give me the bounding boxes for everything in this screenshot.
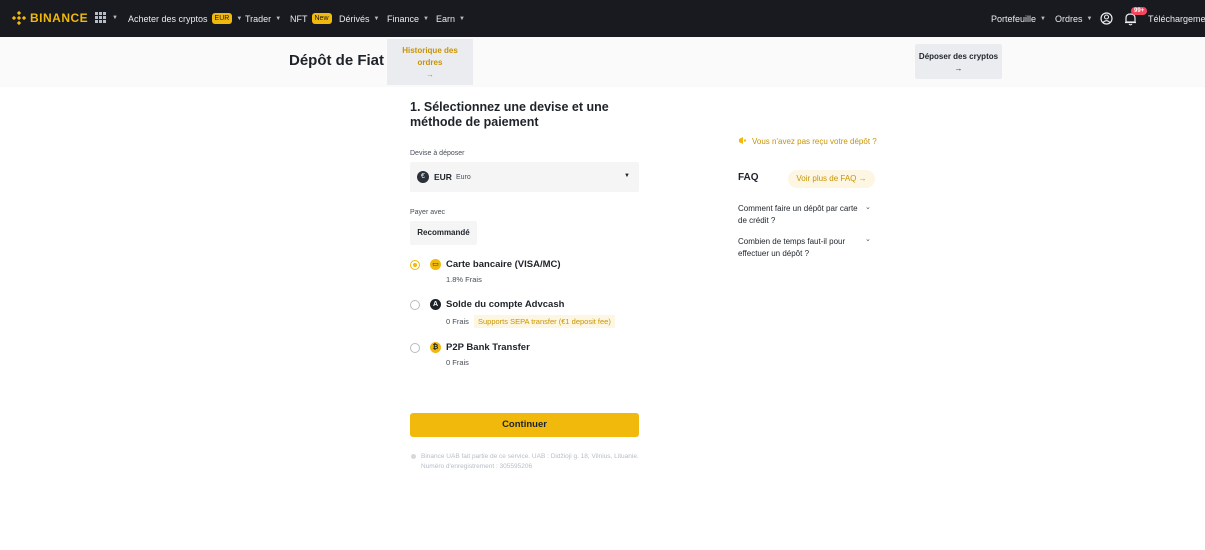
recommended-tab[interactable]: Recommandé (410, 221, 477, 245)
order-history-label-1: Historique des (402, 46, 458, 55)
legal-notice: Binance UAB fait partie de ce service. U… (421, 453, 639, 470)
nav-trade[interactable]: Trader ▼ (245, 0, 281, 37)
method-radio-card[interactable] (410, 260, 420, 270)
chevron-down-icon: ▼ (1086, 15, 1093, 22)
chevron-down-icon: ▼ (236, 15, 243, 22)
nav-label: Téléchargement (1148, 13, 1205, 24)
method-radio-p2p[interactable] (410, 343, 420, 353)
nav-label: Portefeuille (991, 13, 1037, 24)
user-account-icon[interactable] (1100, 0, 1113, 37)
nav-buy-crypto[interactable]: Acheter des cryptos EUR ▼ (128, 0, 242, 37)
nav-orders[interactable]: Ordres ▼ (1055, 0, 1092, 37)
currency-label: Devise à déposer (410, 150, 465, 157)
info-icon (411, 454, 416, 459)
binance-logo[interactable]: BINANCE (12, 11, 88, 25)
megaphone-icon (738, 136, 747, 147)
currency-select[interactable]: € EUR Euro ▼ (410, 162, 639, 192)
chevron-down-icon: ▼ (275, 15, 282, 22)
deposit-crypto-button[interactable]: Déposer des cryptos → (915, 44, 1002, 79)
pay-with-label: Payer avec (410, 209, 446, 216)
currency-badge: EUR (211, 13, 233, 24)
method-fee: 1.8% Frais (446, 275, 482, 284)
method-radio-advcash[interactable] (410, 300, 420, 310)
chevron-down-icon: ▼ (459, 15, 465, 22)
nav-finance[interactable]: Finance ▼ (387, 0, 429, 37)
see-more-faq-button[interactable]: Voir plus de FAQ → (788, 170, 875, 188)
arrow-right-icon: → (954, 64, 963, 73)
nav-label: Acheter des cryptos (128, 13, 208, 24)
chevron-down-icon: ▼ (373, 15, 380, 22)
step-title: 1. Sélectionnez une devise et une méthod… (410, 100, 609, 129)
nav-wallet[interactable]: Portefeuille ▼ (991, 0, 1046, 37)
credit-card-icon: ▭ (430, 259, 441, 270)
nav-label: Ordres (1055, 13, 1083, 24)
sepa-info-tag: Supports SEPA transfer (€1 deposit fee) (474, 315, 615, 328)
logo-text: BINANCE (30, 11, 89, 25)
arrow-right-icon: → (426, 70, 434, 79)
nav-label: Trader (245, 13, 272, 24)
top-nav-bar: BINANCE ▼ Acheter des cryptos EUR ▼ Trad… (0, 0, 1205, 37)
order-history-button[interactable]: Historique des ordres → (387, 39, 473, 85)
nav-label: Dérivés (339, 13, 370, 24)
not-received-text: Vous n'avez pas reçu votre dépôt ? (752, 137, 877, 146)
nav-earn[interactable]: Earn ▼ (436, 0, 465, 37)
chevron-down-icon[interactable]: ⌄ (865, 203, 871, 211)
nav-download[interactable]: Téléchargement (1148, 0, 1205, 37)
euro-coin-icon: € (417, 171, 429, 183)
order-history-label-2: ordres (417, 58, 443, 67)
currency-name: Euro (455, 173, 471, 181)
deposit-not-received-link[interactable]: Vous n'avez pas reçu votre dépôt ? (738, 136, 877, 147)
page-title: Dépôt de Fiat (289, 52, 385, 69)
binance-logo-icon (12, 11, 26, 25)
faq-question[interactable]: Comment faire un dépôt par carte de créd… (738, 203, 868, 227)
continue-button[interactable]: Continuer (410, 413, 639, 437)
page-subheader (0, 37, 1205, 87)
method-fee: 0 Frais (446, 358, 469, 367)
p2p-icon: ₿ (430, 342, 441, 353)
chevron-down-icon: ▼ (624, 173, 630, 179)
bell-icon[interactable] (1124, 0, 1137, 37)
nav-label: NFT (290, 13, 308, 24)
method-title[interactable]: Solde du compte Advcash (446, 299, 564, 310)
chevron-down-icon[interactable]: ⌄ (865, 235, 871, 243)
method-title[interactable]: Carte bancaire (VISA/MC) (446, 259, 561, 270)
nav-label: Finance (387, 13, 420, 24)
deposit-crypto-label: Déposer des cryptos (918, 52, 999, 61)
chevron-down-icon: ▼ (1040, 15, 1046, 22)
new-badge: New (311, 13, 332, 24)
method-fee: 0 Frais (446, 317, 469, 326)
nav-nft[interactable]: NFT New (290, 0, 332, 37)
chevron-down-icon: ▼ (423, 15, 429, 22)
faq-question[interactable]: Combien de temps faut-il pour effectuer … (738, 236, 868, 260)
nav-derivatives[interactable]: Dérivés ▼ (339, 0, 379, 37)
apps-grid-icon[interactable]: ▼ (95, 12, 118, 23)
method-title[interactable]: P2P Bank Transfer (446, 342, 530, 353)
faq-title: FAQ (738, 172, 759, 183)
chevron-down-icon: ▼ (112, 14, 118, 21)
advcash-icon: A (430, 299, 441, 310)
nav-label: Earn (436, 13, 456, 24)
notification-count-badge: 99+ (1131, 7, 1148, 15)
currency-code: EUR (434, 172, 452, 182)
